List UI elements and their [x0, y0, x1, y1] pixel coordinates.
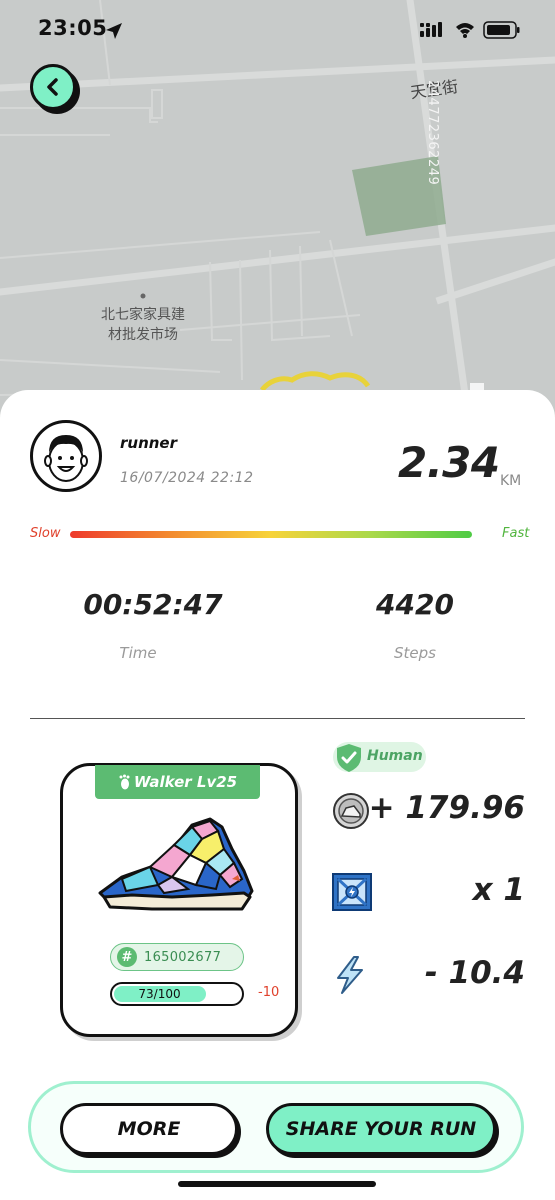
mystery-box-value: x 1	[472, 872, 525, 908]
user-name: runner	[120, 434, 178, 452]
energy-cost-value: - 10.4	[424, 955, 525, 991]
location-arrow-icon	[106, 23, 122, 39]
run-datetime: 16/07/2024 22:12	[120, 470, 254, 486]
time-value: 00:52:47	[83, 588, 223, 621]
sneaker-level-text: Walker Lv25	[133, 773, 238, 791]
map-roads	[0, 0, 555, 430]
distance-value: 2.34	[398, 438, 500, 487]
poi-label-line2: 材批发市场	[108, 327, 178, 343]
wifi-icon	[456, 23, 474, 38]
poi-label: 北七家家具建 材批发市场	[96, 304, 190, 344]
cellular-signal-icon	[420, 22, 442, 37]
battery-icon	[483, 21, 520, 39]
steps-label: Steps	[394, 644, 436, 662]
user-face-icon	[44, 435, 88, 482]
chevron-left-icon	[47, 78, 58, 96]
speed-fast-label: Fast	[502, 526, 530, 541]
status-icons	[420, 20, 532, 46]
speed-slow-label: Slow	[30, 526, 61, 541]
steps-value: 4420	[376, 588, 454, 621]
durability-bar: 73/100	[110, 982, 244, 1006]
sneaker-id-badge: # 165002677	[110, 943, 244, 971]
footprint-icon	[119, 774, 130, 790]
token-reward-value: + 179.96	[368, 790, 525, 826]
time-label: Time	[119, 644, 157, 662]
durability-delta: -10	[258, 985, 280, 1000]
share-run-button[interactable]: SHARE YOUR RUN	[266, 1103, 496, 1155]
status-time: 23:05	[38, 16, 108, 40]
distance-unit: KM	[500, 473, 522, 489]
durability-text: 73/100	[138, 987, 181, 1001]
more-button[interactable]: MORE	[60, 1103, 238, 1155]
hash-icon: #	[117, 947, 137, 967]
home-indicator	[178, 1181, 376, 1187]
speed-gradient-bar	[70, 531, 472, 538]
poi-label-line1: 北七家家具建	[101, 307, 185, 323]
human-label: Human	[367, 748, 423, 764]
route-map[interactable]: 天宜街 北七家家具建 材批发市场 244772362249	[0, 0, 555, 430]
sneaker-id-text: 165002677	[144, 949, 222, 965]
shield-check-icon	[337, 744, 361, 772]
divider	[30, 718, 525, 719]
sneaker-level-header: Walker Lv25	[95, 765, 260, 799]
map-watermark: 244772362249	[425, 80, 440, 186]
back-button[interactable]	[30, 64, 76, 110]
sneaker-image	[98, 817, 254, 911]
avatar[interactable]	[30, 420, 102, 492]
